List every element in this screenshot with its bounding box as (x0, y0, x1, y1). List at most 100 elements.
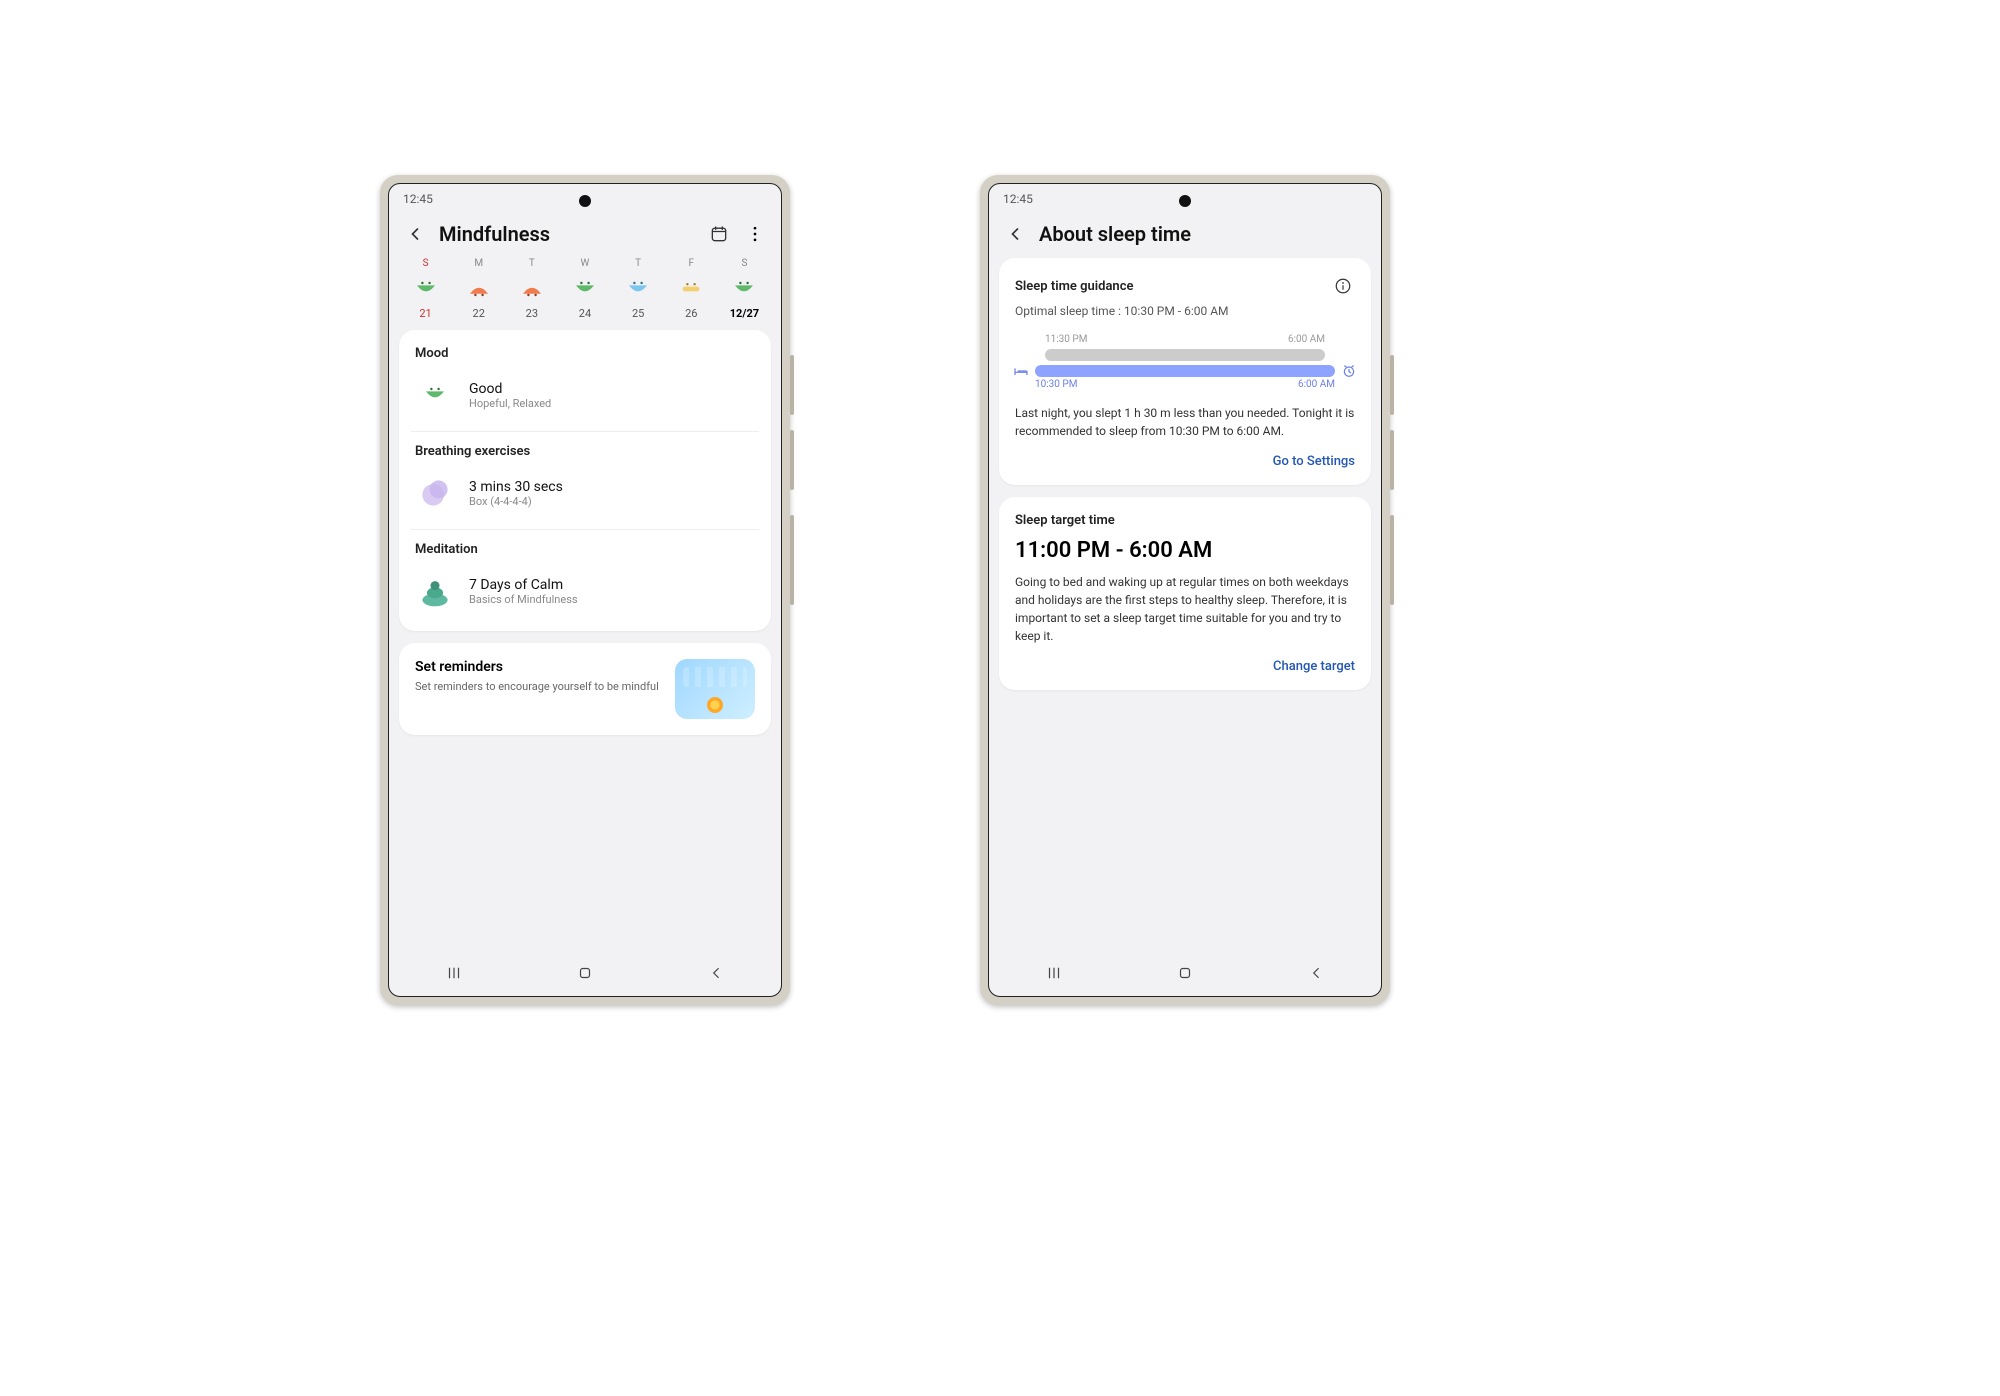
meditation-value: 7 Days of Calm (469, 577, 578, 593)
reminders-illustration (675, 659, 755, 719)
target-start-label: 10:30 PM (1035, 379, 1077, 390)
day-number: 12/27 (724, 307, 764, 320)
volume-down-button[interactable] (790, 430, 794, 490)
breathing-icon (415, 473, 455, 513)
day-letter: S (724, 258, 764, 269)
page-title: Mindfulness (439, 222, 695, 246)
more-button[interactable] (743, 222, 767, 246)
mood-face-icon (518, 275, 546, 303)
calendar-button[interactable] (707, 222, 731, 246)
go-to-settings-link[interactable]: Go to Settings (1273, 454, 1355, 469)
guidance-paragraph: Last night, you slept 1 h 30 m less than… (1015, 404, 1355, 440)
day-cell[interactable]: T 25 (618, 258, 658, 320)
mood-face-icon (415, 375, 455, 415)
day-letter: F (671, 258, 711, 269)
day-letter: M (459, 258, 499, 269)
calendar-icon (709, 224, 729, 244)
divider (411, 431, 759, 432)
power-button[interactable] (790, 515, 794, 605)
day-cell[interactable]: W 24 (565, 258, 605, 320)
day-number: 25 (618, 307, 658, 320)
mood-face-icon (465, 275, 493, 303)
day-cell[interactable]: S 12/27 (724, 258, 764, 320)
mood-face-icon (677, 275, 705, 303)
mood-section-title: Mood (415, 346, 755, 361)
android-nav-bar (989, 954, 1381, 996)
meditation-section-title: Meditation (415, 542, 755, 557)
bed-icon (1013, 363, 1029, 383)
week-strip: S 21 M 22 T 23 W 24 T 25 F 26 S 12/27 (389, 258, 781, 330)
day-letter: T (512, 258, 552, 269)
reminders-desc: Set reminders to encourage yourself to b… (415, 679, 663, 694)
volume-up-button[interactable] (790, 355, 794, 415)
meditation-icon (415, 571, 455, 611)
day-cell[interactable]: F 26 (671, 258, 711, 320)
target-section-title: Sleep target time (1015, 513, 1355, 528)
meditation-row[interactable]: 7 Days of Calm Basics of Mindfulness (415, 567, 755, 615)
divider (411, 529, 759, 530)
status-time: 12:45 (1003, 192, 1033, 206)
breathing-sub: Box (4-4-4-4) (469, 495, 563, 508)
phone-sleep: 12:45 About sleep time Sleep time guidan… (980, 175, 1390, 1005)
day-cell[interactable]: T 23 (512, 258, 552, 320)
back-button[interactable] (1003, 222, 1027, 246)
day-number: 23 (512, 307, 552, 320)
day-number: 26 (671, 307, 711, 320)
power-button[interactable] (1390, 515, 1394, 605)
back-button[interactable] (403, 222, 427, 246)
sleep-target-card: Sleep target time 11:00 PM - 6:00 AM Goi… (999, 497, 1371, 690)
front-camera (579, 195, 591, 207)
mood-tags: Hopeful, Relaxed (469, 397, 551, 410)
info-button[interactable] (1331, 274, 1355, 298)
nav-back[interactable] (707, 964, 725, 986)
breathing-row[interactable]: 3 mins 30 secs Box (4-4-4-4) (415, 469, 755, 517)
mood-face-icon (412, 275, 440, 303)
phone-mindfulness: 12:45 Mindfulness S 21 M 22 T 23 W 24 T 25 F 26 S 12/… (380, 175, 790, 1005)
day-number: 22 (459, 307, 499, 320)
meditation-sub: Basics of Mindfulness (469, 593, 578, 606)
sleep-bars: 11:30 PM 6:00 AM (1015, 328, 1355, 392)
mood-value: Good (469, 381, 551, 397)
change-target-link[interactable]: Change target (1273, 659, 1355, 674)
page-title: About sleep time (1039, 222, 1367, 246)
nav-back[interactable] (1307, 964, 1325, 986)
front-camera (1179, 195, 1191, 207)
mood-face-icon (571, 275, 599, 303)
day-letter: W (565, 258, 605, 269)
nav-home[interactable] (576, 964, 594, 986)
actual-end-label: 6:00 AM (1288, 334, 1325, 345)
nav-recents[interactable] (445, 964, 463, 986)
status-time: 12:45 (403, 192, 433, 206)
sleep-guidance-card: Sleep time guidance Optimal sleep time :… (999, 258, 1371, 485)
reminders-card[interactable]: Set reminders Set reminders to encourage… (399, 643, 771, 735)
mood-breathing-meditation-card: Mood Good Hopeful, Relaxed Breathing exe… (399, 330, 771, 631)
reminders-title: Set reminders (415, 659, 663, 675)
recommended-sleep-bar (1035, 365, 1335, 377)
volume-down-button[interactable] (1390, 430, 1394, 490)
day-number: 24 (565, 307, 605, 320)
nav-home[interactable] (1176, 964, 1194, 986)
day-number: 21 (406, 307, 446, 320)
target-end-label: 6:00 AM (1298, 379, 1335, 390)
chevron-left-icon (405, 224, 425, 244)
alarm-icon (1341, 363, 1357, 383)
target-paragraph: Going to bed and waking up at regular ti… (1015, 573, 1355, 645)
volume-up-button[interactable] (1390, 355, 1394, 415)
breathing-section-title: Breathing exercises (415, 444, 755, 459)
nav-recents[interactable] (1045, 964, 1063, 986)
info-icon (1334, 277, 1352, 295)
mood-row[interactable]: Good Hopeful, Relaxed (415, 371, 755, 419)
chevron-left-icon (1005, 224, 1025, 244)
android-nav-bar (389, 954, 781, 996)
target-time-value: 11:00 PM - 6:00 AM (1015, 538, 1355, 563)
actual-start-label: 11:30 PM (1045, 334, 1087, 345)
breathing-value: 3 mins 30 secs (469, 479, 563, 495)
day-cell[interactable]: S 21 (406, 258, 446, 320)
day-letter: T (618, 258, 658, 269)
mood-face-icon (730, 275, 758, 303)
day-cell[interactable]: M 22 (459, 258, 499, 320)
more-vertical-icon (745, 224, 765, 244)
day-letter: S (406, 258, 446, 269)
guidance-section-title: Sleep time guidance (1015, 279, 1133, 294)
optimal-sleep-text: Optimal sleep time : 10:30 PM - 6:00 AM (1015, 304, 1355, 318)
